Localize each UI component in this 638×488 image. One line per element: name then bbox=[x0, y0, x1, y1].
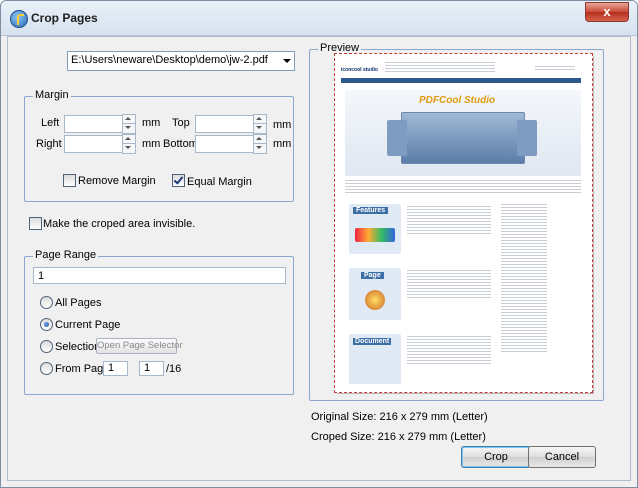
spin-up-icon[interactable] bbox=[256, 117, 262, 120]
current-page-label[interactable]: Current Page bbox=[55, 319, 120, 331]
spin-down-icon[interactable] bbox=[125, 126, 131, 129]
from-page-label[interactable]: From Page bbox=[55, 363, 109, 375]
right-label: Right bbox=[36, 138, 62, 150]
preview-nav-bar bbox=[341, 78, 581, 83]
from-page-radio[interactable] bbox=[40, 362, 53, 375]
left-spinner[interactable] bbox=[122, 114, 136, 134]
open-page-selector-button[interactable]: Open Page Selector bbox=[96, 338, 183, 354]
cancel-button[interactable]: Cancel bbox=[528, 446, 596, 468]
spin-up-icon[interactable] bbox=[256, 137, 262, 140]
right-spinner[interactable] bbox=[122, 134, 136, 154]
selection-label[interactable]: Selection bbox=[55, 341, 100, 353]
preview-header-text bbox=[385, 62, 495, 72]
original-size-label: Original Size: 216 x 279 mm (Letter) bbox=[311, 411, 488, 423]
equal-margin-checkbox[interactable] bbox=[172, 174, 185, 187]
spin-up-icon[interactable] bbox=[125, 117, 131, 120]
page-range-legend: Page Range bbox=[33, 249, 99, 261]
all-pages-radio[interactable] bbox=[40, 296, 53, 309]
spin-up-icon[interactable] bbox=[125, 137, 131, 140]
right-input[interactable] bbox=[64, 135, 124, 153]
spin-down-icon[interactable] bbox=[256, 126, 262, 129]
bottom-spinner[interactable] bbox=[253, 134, 267, 154]
preview-brand: iconcool studio bbox=[341, 67, 378, 73]
preview-features-text bbox=[407, 206, 491, 236]
left-unit: mm bbox=[142, 117, 161, 129]
preview-document-text bbox=[407, 336, 491, 366]
right-unit: mm bbox=[142, 138, 161, 150]
left-input[interactable] bbox=[64, 115, 124, 133]
from-page-input[interactable]: 1 bbox=[103, 361, 128, 376]
top-unit: mm bbox=[273, 119, 292, 131]
make-invisible-checkbox[interactable] bbox=[29, 217, 42, 230]
to-page-input[interactable]: 1 bbox=[139, 361, 164, 376]
top-input[interactable] bbox=[195, 115, 255, 133]
total-pages-label: /16 bbox=[166, 363, 182, 375]
title-bar: Crop Pages x bbox=[1, 1, 637, 36]
top-spinner[interactable] bbox=[253, 114, 267, 134]
bottom-label: Bottom bbox=[163, 138, 198, 150]
preview-banner-image: PDFCool Studio bbox=[345, 90, 581, 176]
crop-button[interactable]: Crop bbox=[461, 446, 531, 468]
file-path-value: E:\Users\neware\Desktop\demo\jw-2.pdf bbox=[71, 54, 268, 66]
preview-page-text bbox=[407, 270, 491, 300]
selection-radio[interactable] bbox=[40, 340, 53, 353]
current-page-radio[interactable] bbox=[40, 318, 53, 331]
preview-banner-title: PDFCool Studio bbox=[419, 95, 496, 106]
close-button[interactable]: x bbox=[585, 2, 629, 22]
preview-intro-text bbox=[345, 180, 581, 194]
equal-margin-label[interactable]: Equal Margin bbox=[187, 176, 252, 188]
bottom-input[interactable] bbox=[195, 135, 255, 153]
remove-margin-checkbox[interactable] bbox=[63, 174, 76, 187]
left-label: Left bbox=[41, 117, 60, 129]
file-path-combo[interactable]: E:\Users\neware\Desktop\demo\jw-2.pdf bbox=[67, 51, 295, 71]
spin-down-icon[interactable] bbox=[256, 146, 262, 149]
preview-page-image: Page bbox=[349, 268, 401, 320]
preview-page[interactable]: iconcool studio PDFCool Studio Features … bbox=[334, 53, 593, 393]
preview-header-right bbox=[535, 66, 575, 70]
window-title: Crop Pages bbox=[31, 11, 98, 25]
chevron-down-icon[interactable] bbox=[283, 59, 291, 63]
app-icon bbox=[10, 10, 28, 28]
margin-legend: Margin bbox=[33, 89, 71, 101]
close-icon: x bbox=[603, 4, 611, 19]
croped-size-label: Croped Size: 216 x 279 mm (Letter) bbox=[311, 431, 486, 443]
bottom-unit: mm bbox=[273, 138, 292, 150]
remove-margin-label[interactable]: Remove Margin bbox=[78, 175, 156, 187]
all-pages-label[interactable]: All Pages bbox=[55, 297, 101, 309]
make-invisible-label[interactable]: Make the croped area invisible. bbox=[43, 218, 195, 230]
preview-document-image: Document bbox=[349, 334, 401, 384]
top-label: Top bbox=[172, 117, 190, 129]
page-range-input[interactable]: 1 bbox=[33, 267, 286, 284]
spin-down-icon[interactable] bbox=[125, 146, 131, 149]
preview-features-image: Features bbox=[349, 204, 401, 254]
preview-sidebar-text bbox=[501, 204, 547, 354]
